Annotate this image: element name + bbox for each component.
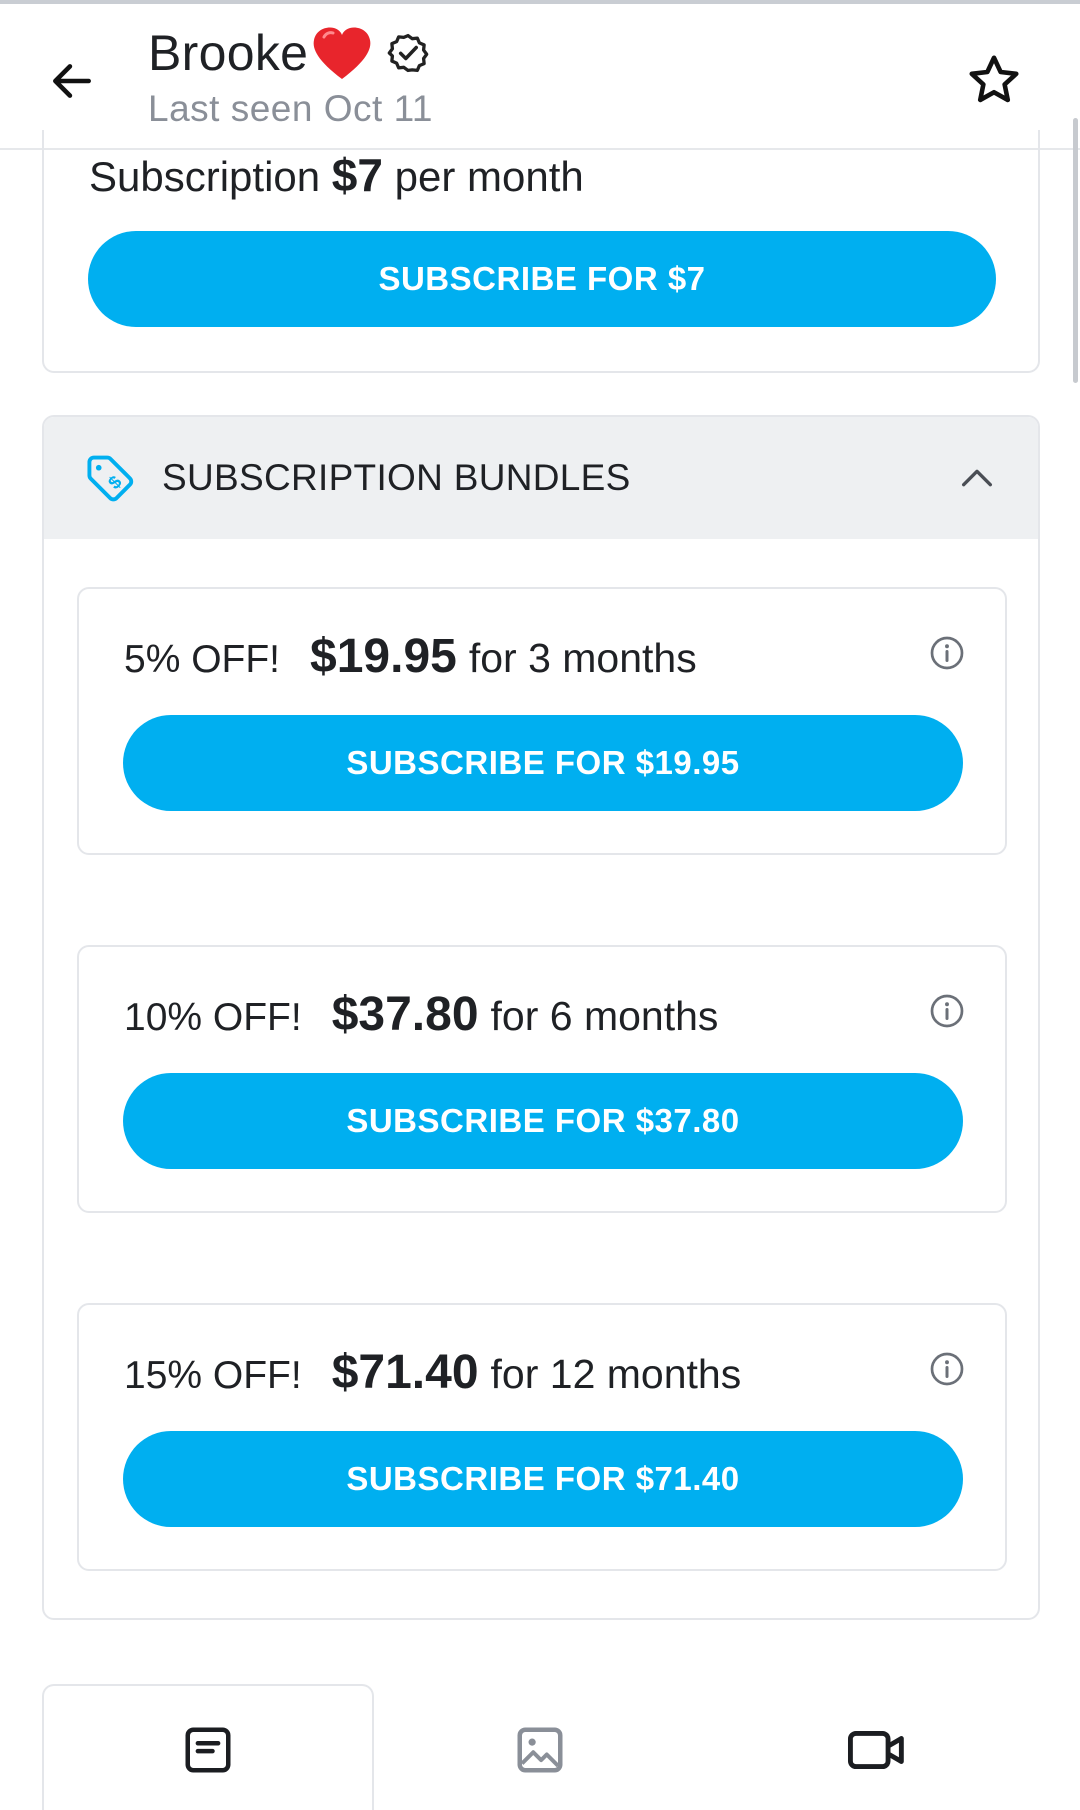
subscription-label: Subscription — [89, 153, 321, 200]
bundle-card: 10% OFF! $37.80 for 6 months SUBSCRIBE F… — [77, 945, 1007, 1213]
arrow-left-icon — [53, 64, 91, 98]
bundle-discount: 10% OFF! — [124, 996, 302, 1039]
bundle-card: 15% OFF! $71.40 for 12 months SUBSCRIBE … — [77, 1303, 1007, 1571]
favorite-button[interactable] — [958, 44, 1030, 116]
price-tag-icon: $ — [87, 455, 134, 502]
bundles-header[interactable]: $ SUBSCRIPTION BUNDLES — [44, 417, 1038, 539]
subscription-price: $7 — [331, 149, 383, 201]
bundle-offer-line: 10% OFF! $37.80 for 6 months — [124, 987, 718, 1042]
back-button[interactable] — [40, 49, 104, 113]
bundle-discount: 5% OFF! — [124, 638, 281, 681]
subscription-period: per month — [394, 153, 584, 200]
info-icon[interactable] — [929, 635, 965, 671]
bundle-discount: 15% OFF! — [124, 1354, 302, 1397]
bundle-price: $19.95 — [310, 630, 457, 683]
subscription-bundles-section: $ SUBSCRIPTION BUNDLES 5% OFF! $19.95 fo… — [42, 415, 1040, 1620]
top-bar: Brooke Last seen Oct 11 — [0, 0, 1080, 150]
posts-icon — [185, 1727, 231, 1773]
subscribe-bundle-button[interactable]: SUBSCRIBE FOR $19.95 — [123, 715, 963, 811]
profile-name: Brooke — [148, 25, 309, 81]
videos-icon — [847, 1730, 904, 1770]
bundle-duration: for 3 months — [468, 635, 697, 681]
app-screen: Brooke Last seen Oct 11 Subscription $7 … — [0, 0, 1080, 1810]
red-heart-icon — [313, 27, 371, 79]
tab-posts[interactable] — [178, 1720, 238, 1780]
subscription-card: Subscription $7 per month SUBSCRIBE FOR … — [42, 130, 1040, 373]
bundle-duration: for 6 months — [490, 993, 719, 1039]
content-tabs — [0, 1680, 1080, 1810]
subscribe-bundle-button[interactable]: SUBSCRIBE FOR $37.80 — [123, 1073, 963, 1169]
bundle-offer-line: 15% OFF! $71.40 for 12 months — [124, 1345, 741, 1400]
profile-name-row[interactable]: Brooke — [148, 24, 430, 82]
bundle-price: $71.40 — [331, 1346, 479, 1399]
subscribe-bundle-button[interactable]: SUBSCRIBE FOR $71.40 — [123, 1431, 963, 1527]
last-seen-status: Last seen Oct 11 — [148, 88, 433, 129]
collapse-button[interactable] — [954, 455, 1000, 501]
subscription-price-line: Subscription $7 per month — [89, 148, 584, 202]
bundle-offer-line: 5% OFF! $19.95 for 3 months — [124, 629, 697, 684]
photos-icon — [517, 1727, 563, 1773]
scrollbar-thumb[interactable] — [1073, 118, 1078, 383]
tab-videos[interactable] — [842, 1720, 912, 1780]
info-icon[interactable] — [929, 993, 965, 1029]
chevron-up-icon — [962, 469, 992, 487]
verified-badge-icon — [387, 33, 429, 73]
bundle-duration: for 12 months — [490, 1351, 742, 1397]
star-icon — [969, 55, 1019, 103]
bundle-price: $37.80 — [331, 988, 479, 1041]
bundles-title: SUBSCRIPTION BUNDLES — [162, 457, 631, 498]
tab-photos[interactable] — [510, 1720, 570, 1780]
subscribe-button[interactable]: SUBSCRIBE FOR $7 — [88, 231, 996, 327]
bundle-card: 5% OFF! $19.95 for 3 months SUBSCRIBE FO… — [77, 587, 1007, 855]
info-icon[interactable] — [929, 1351, 965, 1387]
